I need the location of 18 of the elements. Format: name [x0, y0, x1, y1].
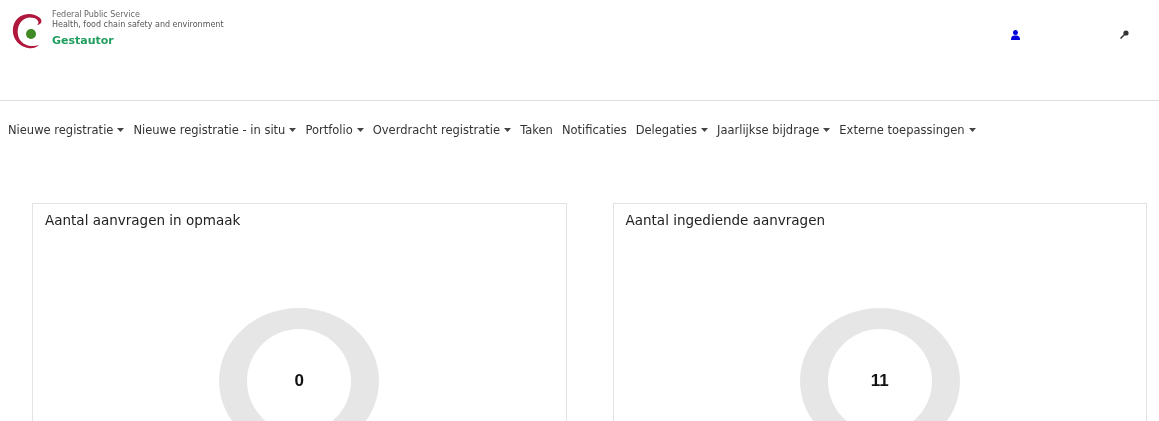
card-title: Aantal aanvragen in opmaak: [45, 212, 241, 228]
nav-item[interactable]: Overdracht registratie: [372, 123, 512, 137]
nav-item[interactable]: Delegaties: [635, 123, 708, 137]
count-value: 11: [870, 371, 889, 391]
key-icon[interactable]: [1120, 30, 1129, 39]
nav-item[interactable]: Externe toepassingen: [839, 123, 976, 137]
nav-item[interactable]: Nieuwe registratie - in situ: [133, 123, 297, 137]
nav-item[interactable]: Nieuwe registratie: [8, 123, 125, 137]
app-name: Gestautor: [52, 34, 115, 47]
count-value: 0: [294, 371, 304, 391]
card-title: Aantal ingediende aanvragen: [625, 212, 826, 228]
nav-item[interactable]: Jaarlijkse bijdrage: [717, 123, 831, 137]
user-icon[interactable]: [1011, 30, 1020, 40]
department-name: Health, food chain safety and environment: [52, 20, 224, 30]
nav-item[interactable]: Portfolio: [305, 123, 364, 137]
nav-item[interactable]: Taken: [520, 123, 553, 137]
agency-name: Federal Public Service: [52, 10, 141, 20]
nav-item[interactable]: Notificaties: [561, 123, 627, 137]
